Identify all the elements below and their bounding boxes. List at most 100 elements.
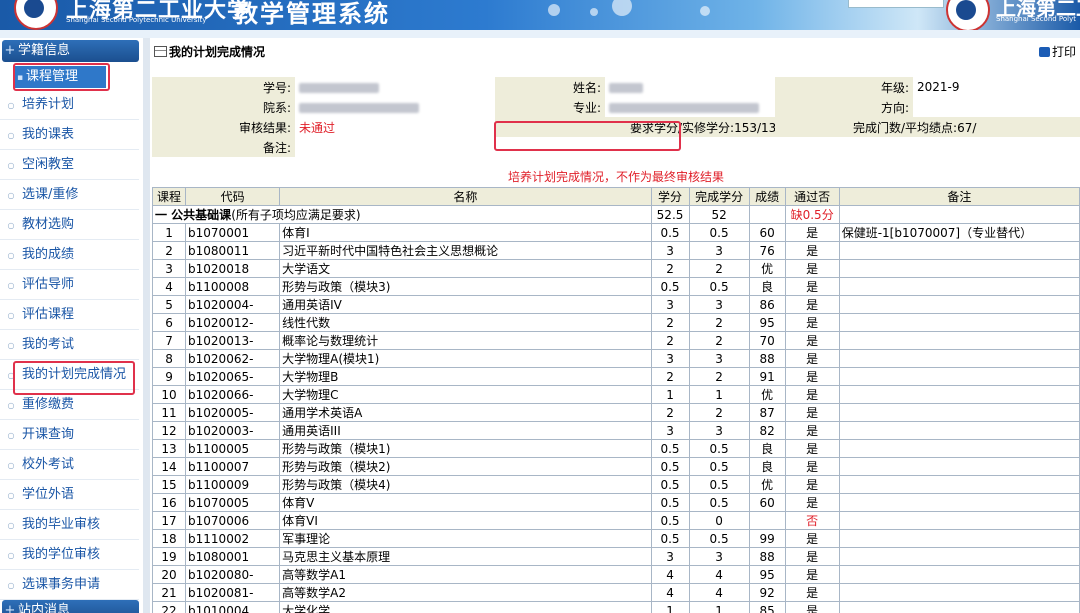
remark-label: 备注:: [152, 137, 295, 157]
course-number: 19: [151, 547, 187, 566]
course-name: 形势与政策（模块1): [279, 439, 652, 458]
course-remark: [838, 547, 1080, 566]
decor-bubble-icon: [548, 4, 560, 16]
sidebar-item-graduation-audit[interactable]: ○ 我的毕业审核: [0, 510, 139, 540]
course-name: 体育I: [279, 223, 652, 242]
course-credit: 1: [650, 385, 690, 404]
remark-value: [295, 137, 1080, 157]
sidebar-item-course-selection[interactable]: ○ 选课/重修: [0, 180, 139, 210]
sidebar-item-external-exam[interactable]: ○ 校外考试: [0, 450, 139, 480]
course-number: 3: [151, 259, 187, 278]
university-name-en-right: Shanghai Second Polyt: [996, 15, 1077, 23]
section-status: 缺0.5分: [784, 205, 840, 224]
direction-label: 方向:: [775, 97, 913, 117]
direction-value: [913, 97, 1080, 117]
course-name: 马克思主义基本原理: [279, 547, 652, 566]
sidebar-item-selection-request[interactable]: ○ 选课事务申请: [0, 570, 139, 600]
decor-bubble-icon: [612, 0, 632, 16]
course-credit: 2: [650, 259, 690, 278]
course-code: b1020013-: [185, 331, 281, 350]
table-row: 22 b1010004 大学化学 1 1 85 是: [151, 601, 1080, 613]
course-number: 7: [151, 331, 187, 350]
print-button[interactable]: 打印: [1038, 43, 1076, 60]
table-row: 13 b1100005 形势与政策（模块1) 0.5 0.5 良是: [151, 439, 1080, 458]
grades-table: 课程 代码 名称 学分 完成学分 成绩 通过否 备注 一 公共基础课(所有子项均…: [151, 187, 1080, 613]
course-remark: [838, 349, 1080, 368]
student-id-value: [295, 77, 495, 97]
course-number: 5: [151, 295, 187, 314]
course-number: 21: [151, 583, 187, 602]
course-number: 18: [151, 529, 187, 548]
bullet-circle-icon: ○: [7, 161, 15, 170]
course-score: 良: [748, 277, 786, 296]
sidebar-item-my-exams[interactable]: ○ 我的考试: [0, 330, 139, 360]
course-credit: 0.5: [650, 493, 690, 512]
course-completed-credit: 0.5: [688, 493, 750, 512]
course-name: 大学物理C: [279, 385, 652, 404]
column-header: 代码: [185, 187, 281, 206]
course-code: b1070006: [185, 511, 281, 530]
sidebar-item-evaluate-advisor[interactable]: ○ 评估导师: [0, 270, 139, 300]
course-code: b1100008: [185, 277, 281, 296]
course-code: b1020066-: [185, 385, 281, 404]
table-row: 20 b1020080- 高等数学A1 4 4 95 是: [151, 565, 1080, 584]
course-score: 优: [748, 475, 786, 494]
page-title-text: 我的计划完成情况: [169, 45, 266, 59]
university-name-en: Shanghai Second Polytechnic University: [66, 16, 207, 24]
sidebar-item-training-plan[interactable]: ○ 培养计划: [0, 90, 139, 120]
course-credit: 3: [650, 241, 690, 260]
sidebar-header-student-info[interactable]: + 学籍信息: [2, 40, 139, 62]
sidebar-item-textbook[interactable]: ○ 教材选购: [0, 210, 139, 240]
sidebar-item-my-schedule[interactable]: ○ 我的课表: [0, 120, 139, 150]
sidebar-item-my-grades[interactable]: ○ 我的成绩: [0, 240, 139, 270]
course-score: 优: [748, 259, 786, 278]
course-completed-credit: 0.5: [688, 529, 750, 548]
sidebar-item-label: 选课/重修: [22, 187, 79, 202]
course-score: 91: [748, 367, 786, 386]
course-number: 1: [151, 223, 187, 242]
highlight-box-category: [13, 63, 110, 91]
course-code: b1080011: [185, 241, 281, 260]
bullet-circle-icon: ○: [7, 101, 15, 110]
sidebar-splitter[interactable]: [143, 38, 150, 613]
page-title: 我的计划完成情况: [154, 43, 265, 60]
sidebar-item-retake-fee[interactable]: ○ 重修缴费: [0, 390, 139, 420]
column-header: 成绩: [748, 187, 786, 206]
course-code: b1100005: [185, 439, 281, 458]
table-row: 1 b1070001 体育I 0.5 0.5 60 是保健班-1[b1070007]（专业替…: [151, 223, 1080, 242]
table-row: 9 b1020065- 大学物理B 2 2 91 是: [151, 367, 1080, 386]
sidebar-item-degree-audit[interactable]: ○ 我的学位审核: [0, 540, 139, 570]
course-completed-credit: 3: [688, 421, 750, 440]
course-name: 形势与政策（模块2): [279, 457, 652, 476]
sidebar-item-label: 选课事务申请: [22, 577, 101, 592]
course-code: b1020012-: [185, 313, 281, 332]
course-score: 良: [748, 457, 786, 476]
course-score: 86: [748, 295, 786, 314]
sidebar-item-evaluate-course[interactable]: ○ 评估课程: [0, 300, 139, 330]
course-completed-credit: 3: [688, 547, 750, 566]
sidebar-item-free-classroom[interactable]: ○ 空闲教室: [0, 150, 139, 180]
course-code: b1020018: [185, 259, 281, 278]
sidebar-item-label: 我的毕业审核: [22, 517, 101, 532]
bullet-circle-icon: ○: [7, 431, 15, 440]
course-pass-status: 是: [784, 331, 840, 350]
course-name: 形势与政策（模块3): [279, 277, 652, 296]
course-code: b1020065-: [185, 367, 281, 386]
course-credit: 3: [650, 349, 690, 368]
course-pass-status: 是: [784, 421, 840, 440]
sidebar-header-messages[interactable]: + 站内消息: [2, 600, 139, 613]
audit-label: 审核结果:: [152, 117, 295, 137]
course-credit: 3: [650, 295, 690, 314]
course-name: 高等数学A2: [279, 583, 652, 602]
printer-icon: [1038, 47, 1050, 57]
sidebar-item-degree-language[interactable]: ○ 学位外语: [0, 480, 139, 510]
course-pass-status: 否: [784, 511, 840, 530]
sidebar-item-course-query[interactable]: ○ 开课查询: [0, 420, 139, 450]
course-pass-status: 是: [784, 223, 840, 242]
header-search-box[interactable]: [848, 0, 944, 8]
top-banner: 上海第二工业大学 Shanghai Second Polytechnic Uni…: [0, 0, 1080, 30]
section-title-cell: 一 公共基础课(所有子项均应满足要求): [152, 205, 652, 224]
course-name: 高等数学A1: [279, 565, 652, 584]
course-name: 大学化学: [279, 601, 652, 613]
course-number: 9: [151, 367, 187, 386]
